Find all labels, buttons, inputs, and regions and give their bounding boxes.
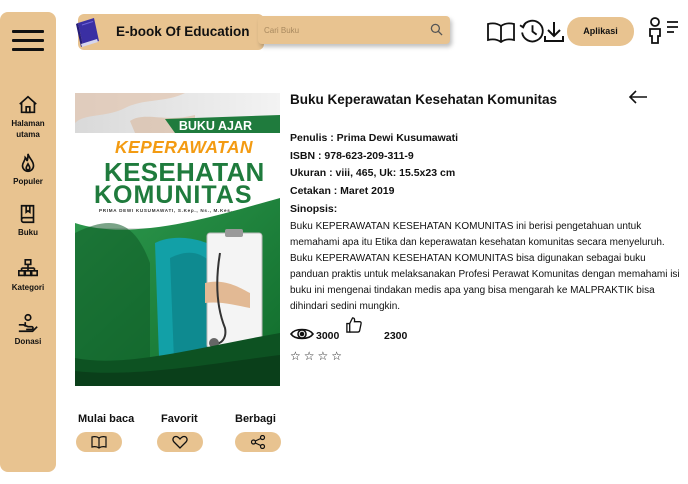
rating-stars[interactable]: ☆☆☆☆ xyxy=(290,349,345,363)
book-print: Cetakan : Maret 2019 xyxy=(290,185,395,197)
app-button[interactable]: Aplikasi xyxy=(567,17,634,46)
sidebar-item-home[interactable]: Halaman utama xyxy=(0,94,56,140)
sidebar-item-label: Buku xyxy=(18,228,38,237)
cover-authors: PRIMA DEWI KUSUMAWATI, S.Kep., Ns., M.Ke… xyxy=(99,208,233,213)
read-label: Mulai baca xyxy=(78,413,135,425)
open-book-icon[interactable] xyxy=(486,21,516,43)
book-synopsis: Buku KEPERAWATAN KESEHATAN KOMUNITAS ini… xyxy=(290,221,680,312)
app-title: E-book Of Education xyxy=(116,24,250,39)
heart-icon xyxy=(172,435,188,449)
cover-title-line3: KOMUNITAS xyxy=(94,181,253,209)
view-count: 3000 xyxy=(316,330,340,342)
back-arrow-icon[interactable] xyxy=(628,89,648,105)
home-icon xyxy=(19,95,37,114)
search-icon[interactable] xyxy=(430,23,443,36)
start-reading-button[interactable] xyxy=(76,432,122,452)
eye-icon xyxy=(290,328,314,340)
sidebar-item-label: utama xyxy=(16,130,40,139)
book-author: Penulis : Prima Dewi Kusumawati xyxy=(290,132,459,144)
share-label: Berbagi xyxy=(235,413,276,425)
open-book-icon xyxy=(91,436,107,449)
download-icon[interactable] xyxy=(543,20,565,44)
sidebar-item-label: Populer xyxy=(13,177,43,186)
book-title: Buku Keperawatan Kesehatan Komunitas xyxy=(290,92,558,107)
sidebar-item-label: Halaman xyxy=(11,119,45,128)
book-size: Ukuran : viii, 465, Uk: 15.5x23 cm xyxy=(290,167,456,179)
favorite-button[interactable] xyxy=(157,432,203,452)
search-bar xyxy=(258,16,450,44)
synopsis-label: Sinopsis: xyxy=(290,203,338,215)
thumbs-up-icon[interactable] xyxy=(345,316,362,333)
cover-title-line1: KEPERAWATAN xyxy=(115,137,253,157)
book-cover: BUKU AJAR KEPERAWATAN KESEHATAN KOMUNITA… xyxy=(75,93,280,386)
sidebar-item-buku[interactable]: Buku xyxy=(0,203,56,238)
book-icon xyxy=(20,204,35,224)
fire-icon xyxy=(21,153,35,172)
brand: E-book Of Education xyxy=(76,14,264,50)
book-isbn: ISBN : 978-623-209-311-9 xyxy=(290,150,414,162)
sidebar-item-label: Kategori xyxy=(11,283,45,292)
share-icon xyxy=(250,435,266,449)
cover-series-text: BUKU AJAR xyxy=(178,119,252,133)
history-icon[interactable] xyxy=(519,18,546,45)
search-input[interactable] xyxy=(264,21,422,39)
donate-hand-icon xyxy=(18,313,38,333)
book-logo-icon xyxy=(76,18,99,47)
sidebar: Halaman utama Populer Buku Kategori Dona… xyxy=(0,12,56,472)
sidebar-item-populer[interactable]: Populer xyxy=(0,152,56,187)
user-menu-icon[interactable] xyxy=(646,16,680,44)
favorite-label: Favorit xyxy=(161,413,198,425)
like-count: 2300 xyxy=(384,330,408,342)
sidebar-item-donasi[interactable]: Donasi xyxy=(0,312,56,347)
hamburger-menu-icon[interactable] xyxy=(12,30,44,54)
sidebar-item-label: Donasi xyxy=(14,337,42,346)
hierarchy-icon xyxy=(18,259,38,277)
share-button[interactable] xyxy=(235,432,281,452)
sidebar-item-kategori[interactable]: Kategori xyxy=(0,258,56,293)
